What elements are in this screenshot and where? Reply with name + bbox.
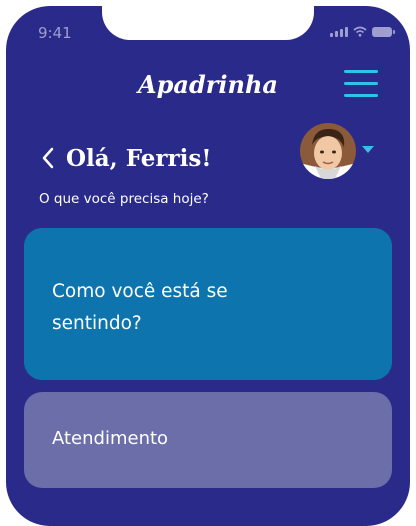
status-time: 9:41 bbox=[38, 24, 72, 42]
device-notch bbox=[102, 6, 314, 40]
feelings-card[interactable]: Como você está se sentindo? bbox=[24, 228, 392, 380]
wifi-icon bbox=[353, 26, 367, 37]
attendance-card-label: Atendimento bbox=[52, 428, 169, 449]
chevron-left-icon[interactable] bbox=[40, 146, 56, 170]
greeting-subtitle: O que você precisa hoje? bbox=[39, 191, 209, 207]
caret-down-icon[interactable] bbox=[362, 146, 374, 153]
hamburger-menu-icon[interactable] bbox=[344, 68, 378, 98]
phone-screen: 9:41 Apadrinha Olá, Ferris! O que você p… bbox=[6, 6, 410, 526]
avatar[interactable] bbox=[300, 123, 356, 179]
battery-icon bbox=[372, 27, 395, 37]
feelings-card-label: Como você está se sentindo? bbox=[52, 281, 228, 334]
signal-icon bbox=[330, 27, 348, 37]
greeting-title: Olá, Ferris! bbox=[66, 145, 212, 172]
status-icons bbox=[330, 26, 395, 37]
attendance-card[interactable]: Atendimento bbox=[24, 392, 392, 488]
